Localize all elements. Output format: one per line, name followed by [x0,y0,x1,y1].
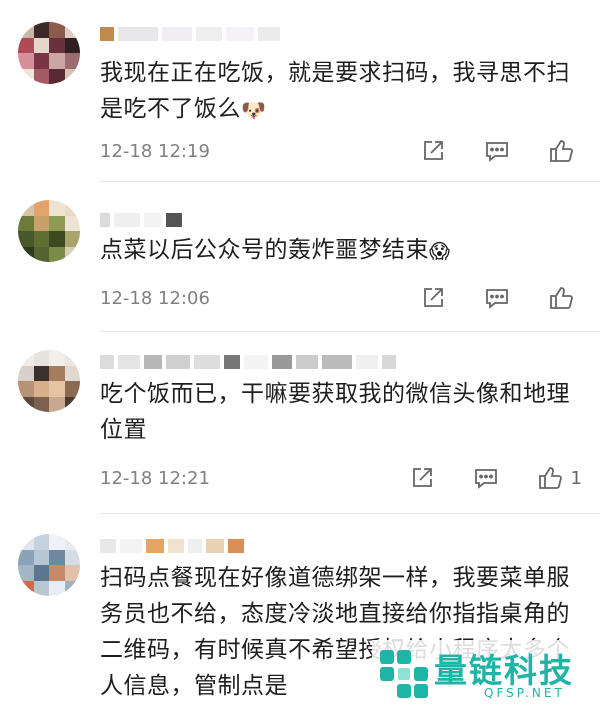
comment-time: 12-18 12:19 [100,140,210,162]
comment-item: 吃个饭而已，干嘛要获取我的微信头像和地理位置 12-18 12:21 1 [0,332,600,514]
share-button[interactable] [420,283,446,313]
logo-icon [380,650,428,698]
thumbs-up-icon [550,140,573,162]
thumbs-up-icon [538,467,562,489]
avatar[interactable] [18,200,80,262]
comment-icon [486,289,508,309]
share-button[interactable] [409,463,435,493]
like-button[interactable] [548,283,582,313]
comment-meta: 12-18 12:21 1 [100,463,582,493]
like-button[interactable] [548,136,582,166]
comment-icon [474,469,497,489]
avatar[interactable] [18,350,80,412]
username[interactable] [100,212,182,228]
share-icon [424,141,443,160]
comment-icon [486,142,508,162]
thumbs-up-icon [550,287,573,309]
comment-button[interactable] [473,463,499,493]
comment-item: 点菜以后公众号的轰炸噩梦结束😱 12-18 12:06 [0,182,600,332]
comment-text: 我现在正在吃饭，就是要求扫码，我寻思不扫是吃不了饭么🐶 [100,55,590,128]
comment-meta: 12-18 12:19 [100,136,582,166]
avatar[interactable] [18,22,80,84]
comment-text: 吃个饭而已，干嘛要获取我的微信头像和地理位置 [100,381,570,443]
dog-emoji-icon: 🐶 [241,97,267,122]
comment-button[interactable] [484,136,510,166]
scream-emoji-icon: 😱 [429,238,451,263]
comment-time: 12-18 12:06 [100,287,210,309]
watermark-title: 量链科技 [434,651,574,690]
share-icon [412,468,432,487]
username[interactable] [100,354,396,370]
username[interactable] [100,538,244,554]
comment-item: 我现在正在吃饭，就是要求扫码，我寻思不扫是吃不了饭么🐶 12-18 12:19 [0,0,600,182]
comment-button[interactable] [484,283,510,313]
username[interactable] [100,26,280,42]
comment-time: 12-18 12:21 [100,467,210,489]
share-button[interactable] [420,136,446,166]
comment-meta: 12-18 12:06 [100,283,582,313]
watermark-domain: QFSP.NET [484,686,565,700]
avatar[interactable] [18,534,80,596]
like-count: 1 [570,467,582,489]
comment-text: 点菜以后公众号的轰炸噩梦结束😱 [100,232,590,269]
like-button[interactable]: 1 [537,463,582,493]
watermark: 量链科技 QFSP.NET [372,640,600,709]
share-icon [424,288,443,307]
